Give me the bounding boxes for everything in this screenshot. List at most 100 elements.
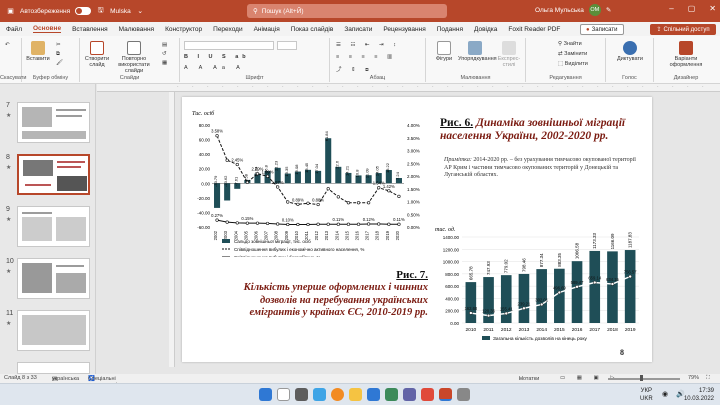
- user-account[interactable]: Ольга Мульська ОМ ✎: [535, 4, 611, 16]
- tab-9[interactable]: Рецензування: [383, 26, 425, 33]
- record-icon: ●: [586, 26, 590, 33]
- series-marker: [377, 222, 381, 226]
- shapes-button[interactable]: Фігури: [432, 41, 456, 62]
- legend-swatch: [482, 336, 490, 340]
- section-icon[interactable]: ▦: [162, 60, 167, 66]
- word-icon[interactable]: [367, 388, 380, 401]
- find-button[interactable]: ⚲ Знайти: [558, 41, 582, 47]
- replace-button[interactable]: ⇄ Замінити: [558, 51, 587, 57]
- slide-thumbnail-10[interactable]: [17, 258, 90, 299]
- pen-icon[interactable]: ✎: [606, 6, 611, 14]
- zoom-level[interactable]: 79%: [688, 375, 699, 381]
- fit-slide-icon[interactable]: ⛶: [706, 375, 710, 382]
- tab-8[interactable]: Записати: [344, 26, 372, 33]
- search-taskbar-icon[interactable]: [277, 388, 290, 401]
- slide-thumbnail-8[interactable]: [17, 154, 90, 195]
- series-marker: [316, 222, 320, 226]
- font-color-icons[interactable]: A A Aa A: [184, 65, 245, 71]
- start-icon[interactable]: [259, 388, 272, 401]
- tab-1[interactable]: Основне: [32, 25, 62, 33]
- series-marker: [336, 195, 340, 199]
- autosave-toggle[interactable]: [75, 7, 92, 15]
- font-format-icons[interactable]: B I U S ab: [184, 54, 250, 60]
- font-size-box[interactable]: [277, 41, 297, 50]
- widgets-icon[interactable]: [313, 388, 326, 401]
- powerpoint-taskbar-icon[interactable]: [439, 388, 452, 401]
- app-icon[interactable]: [457, 388, 470, 401]
- cut-icon[interactable]: ✂: [56, 42, 61, 48]
- arrange-icon: [468, 41, 482, 55]
- firefox-icon[interactable]: [331, 388, 344, 401]
- excel-icon[interactable]: [385, 388, 398, 401]
- slide-thumbnail-7[interactable]: [17, 102, 90, 143]
- save-icon[interactable]: 🖫: [96, 7, 105, 16]
- quick-styles-button[interactable]: Експрес-стилі: [494, 41, 524, 68]
- maximize-icon[interactable]: ▢: [688, 4, 696, 13]
- arrange-button[interactable]: Упорядкування: [458, 41, 497, 62]
- tab-2[interactable]: Вставлення: [72, 26, 108, 33]
- tab-4[interactable]: Конструктор: [165, 26, 202, 33]
- pct-label: 1.57%: [272, 180, 284, 185]
- dictate-button[interactable]: Диктувати: [612, 41, 648, 62]
- language-code-secondary: UKR: [640, 396, 653, 402]
- tab-7[interactable]: Показ слайдів: [291, 26, 334, 33]
- powerpoint-logo-icon: ▣: [7, 8, 14, 15]
- series-marker: [356, 222, 361, 226]
- right-tick-label: 0.50%: [407, 212, 420, 217]
- chevron-down-icon[interactable]: ⌄: [136, 7, 145, 16]
- reuse-slides-button[interactable]: Повторно використати слайди: [112, 41, 156, 74]
- close-icon[interactable]: ✕: [709, 4, 716, 13]
- text-direction-icons[interactable]: ⤴ ⇕ ⧈: [336, 65, 373, 74]
- file-explorer-icon[interactable]: [349, 388, 362, 401]
- keyboard-language[interactable]: УКР UKR: [640, 387, 653, 403]
- first-permits-marker: [628, 274, 632, 279]
- time: 17:39: [698, 388, 714, 394]
- bar-value-label: 11.09: [365, 168, 370, 178]
- tab-0[interactable]: Файл: [6, 26, 22, 33]
- document-name[interactable]: Mulska: [110, 8, 131, 15]
- slide-thumbnail-9[interactable]: [17, 206, 90, 247]
- slide-canvas[interactable]: Тис. осіб 80.00 60.00 40.00 20.00 0.00 -20.00-…: [182, 97, 652, 362]
- share-button[interactable]: ⇪ Спільний доступ: [650, 24, 716, 35]
- slide-number: 11: [6, 310, 14, 317]
- record-button[interactable]: ● Записати: [580, 24, 624, 35]
- format-painter-icon[interactable]: 🖌: [56, 60, 63, 66]
- tab-12[interactable]: Foxit Reader PDF: [508, 26, 560, 33]
- teams-icon[interactable]: [403, 388, 416, 401]
- task-view-icon[interactable]: [295, 388, 308, 401]
- tab-5[interactable]: Переходи: [213, 26, 242, 33]
- minimize-icon[interactable]: –: [669, 4, 673, 13]
- left-tick-label: 0.00: [201, 181, 210, 186]
- list-icons[interactable]: ☰ ☷ ⇤ ⇥ ↕: [336, 42, 400, 48]
- font-name-box[interactable]: [184, 41, 274, 50]
- align-icons[interactable]: ≡ ≡ ≡ ≡ ▥: [336, 54, 396, 60]
- zoom-thumb[interactable]: [640, 375, 643, 381]
- bar-value-label: 1166.09: [610, 233, 615, 249]
- tab-10[interactable]: Подання: [437, 26, 463, 33]
- first-permits-marker: [504, 311, 508, 316]
- layout-icon[interactable]: ▤: [162, 42, 167, 48]
- copy-icon[interactable]: ⧉: [56, 51, 60, 58]
- search-box[interactable]: ⚲ Пошук (Alt+Й): [247, 4, 447, 18]
- tab-11[interactable]: Довідка: [474, 26, 497, 33]
- slide-counter: Слайд 8 з 33: [4, 375, 37, 381]
- x-tick-label: 2018: [607, 327, 618, 333]
- pdf-reader-icon[interactable]: [421, 388, 434, 401]
- x-tick-label: 2017: [365, 230, 370, 240]
- slide-thumbnail-11[interactable]: [17, 310, 90, 351]
- tab-6[interactable]: Анімація: [254, 26, 280, 33]
- undo-icon[interactable]: ↶: [5, 42, 10, 48]
- series-marker: [276, 222, 280, 226]
- bar-value-label: 883.35: [557, 252, 562, 266]
- new-slide-button[interactable]: Створити слайд: [84, 41, 110, 68]
- shapes-icon: [437, 41, 451, 55]
- reset-icon[interactable]: ↺: [162, 51, 167, 57]
- paste-button[interactable]: Вставити: [26, 41, 50, 62]
- zoom-slider[interactable]: [608, 378, 680, 380]
- clock[interactable]: 17:39 10.03.2022: [684, 387, 714, 403]
- avatar[interactable]: ОМ: [588, 4, 601, 16]
- select-button[interactable]: ⬚ Виділити: [558, 61, 588, 67]
- slide-thumbnail-12[interactable]: [17, 362, 90, 374]
- tab-3[interactable]: Малювання: [119, 26, 154, 33]
- designer-button[interactable]: Варіанти оформлення: [658, 41, 714, 68]
